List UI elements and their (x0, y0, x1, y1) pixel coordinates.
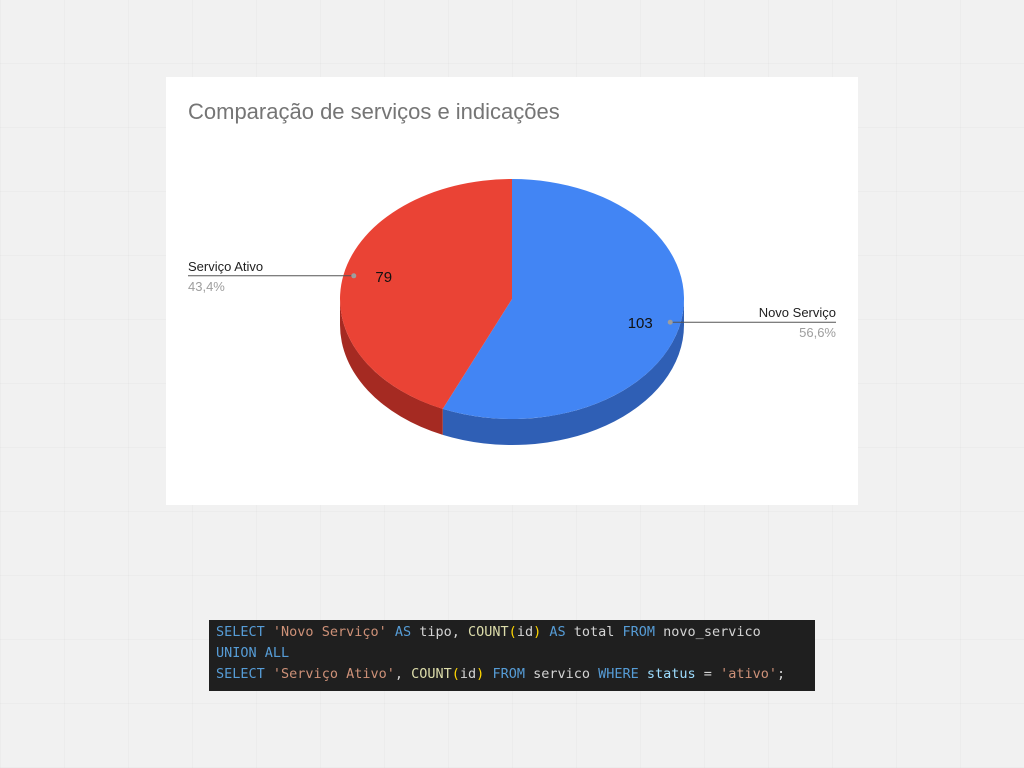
code-token: ( (508, 624, 517, 640)
code-token: novo_servico (655, 624, 761, 640)
code-token: 'ativo' (720, 666, 777, 682)
percent-label-1: 43,4% (188, 279, 225, 294)
leader-dot-0 (667, 319, 673, 325)
code-token: id (459, 666, 477, 682)
code-token: tipo, (411, 624, 469, 640)
code-token: servico (524, 666, 599, 682)
code-line-3: SELECT 'Serviço Ativo', COUNT(id) FROM s… (216, 664, 815, 685)
code-token: COUNT (468, 624, 509, 640)
code-token: 'Serviço Ativo' (272, 666, 395, 682)
code-token: WHERE (598, 666, 639, 682)
pie-chart: 103 Novo Serviço 56,6% 79 Serviço Ativo 43,4% (188, 179, 836, 446)
percent-label-0: 56,6% (799, 325, 836, 340)
code-token: ) (533, 624, 542, 640)
value-label-0: 103 (628, 315, 653, 332)
slice-label-0: Novo Serviço (759, 305, 836, 320)
sql-code-block: SELECT 'Novo Serviço' AS tipo, COUNT(id)… (209, 620, 815, 691)
code-token: FROM (622, 624, 656, 640)
value-label-1: 79 (375, 269, 392, 286)
code-token: AS (549, 624, 566, 640)
code-token: UNION ALL (216, 645, 290, 661)
code-token: COUNT (411, 666, 452, 682)
code-token: , (394, 666, 412, 682)
code-token: status (646, 666, 696, 682)
code-token: ( (451, 666, 460, 682)
slice-label-1: Serviço Ativo (188, 259, 263, 274)
code-token: = (695, 666, 721, 682)
code-line-2: UNION ALL (216, 643, 815, 664)
code-token: SELECT (216, 666, 265, 682)
code-token: AS (394, 624, 412, 640)
code-token: ; (776, 666, 786, 682)
code-token: 'Novo Serviço' (272, 624, 387, 640)
code-token: id (516, 624, 534, 640)
code-token: total (565, 624, 623, 640)
code-line-1: SELECT 'Novo Serviço' AS tipo, COUNT(id)… (216, 622, 815, 643)
code-token: FROM (492, 666, 525, 682)
chart-card: Comparação de serviços e indicações 103 N… (166, 77, 858, 505)
code-token: SELECT (216, 624, 265, 640)
leader-dot-1 (351, 273, 357, 279)
